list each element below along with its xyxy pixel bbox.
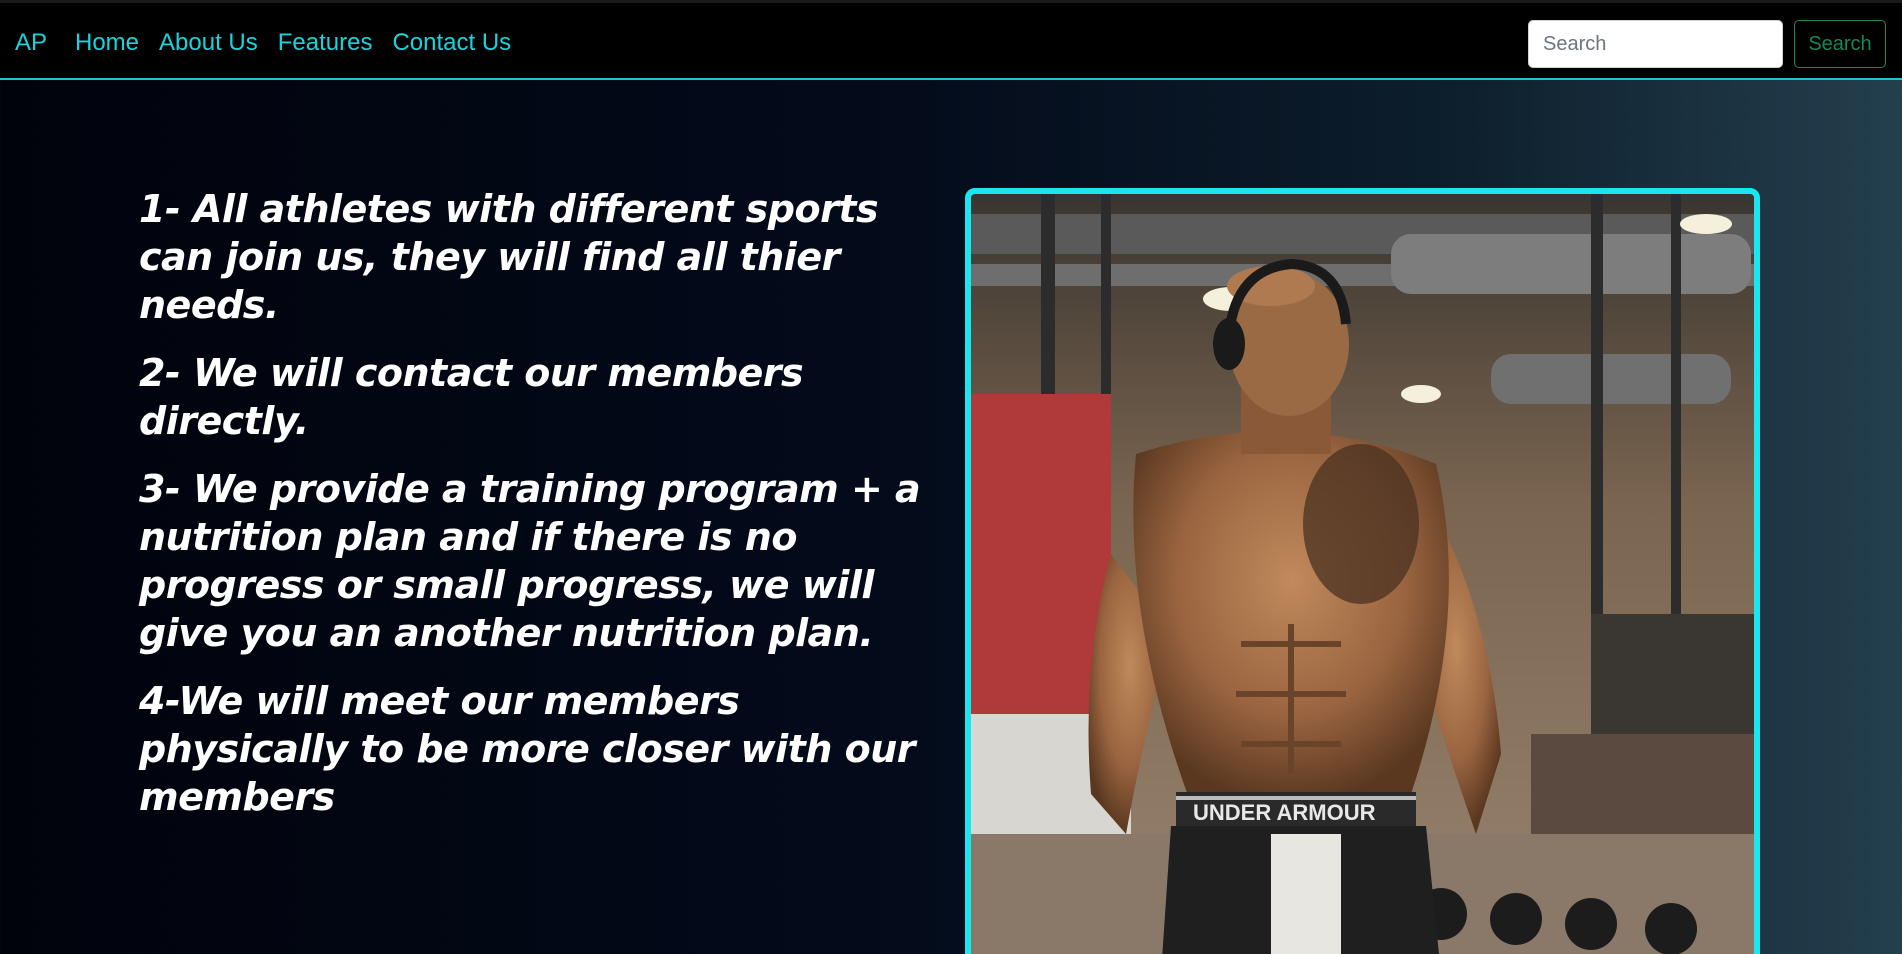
brand-logo[interactable]: AP [15, 29, 47, 57]
nav-links: Home About Us Features Contact Us [75, 29, 511, 57]
feature-point-1: 1- All athletes with different sports ca… [139, 187, 879, 327]
feature-point-3: 3- We provide a training program + a nut… [139, 467, 921, 655]
feature-point-2: 2- We will contact our members directly. [139, 351, 804, 443]
athlete-photo-illustration: UNDER ARMOUR [971, 194, 1754, 954]
search-button[interactable]: Search [1794, 20, 1886, 68]
navbar: AP Home About Us Features Contact Us Sea… [0, 0, 1902, 80]
nav-link-about-us[interactable]: About Us [159, 29, 258, 57]
athlete-photo: UNDER ARMOUR [965, 188, 1760, 954]
search-input[interactable] [1528, 20, 1783, 68]
nav-link-home[interactable]: Home [75, 29, 139, 57]
feature-point-4: 4-We will meet our members physically to… [139, 679, 916, 819]
features-list: 1- All athletes with different sports ca… [139, 185, 939, 841]
nav-link-contact-us[interactable]: Contact Us [392, 29, 511, 57]
waistband-text: UNDER ARMOUR [1193, 800, 1376, 825]
nav-link-features[interactable]: Features [278, 29, 373, 57]
